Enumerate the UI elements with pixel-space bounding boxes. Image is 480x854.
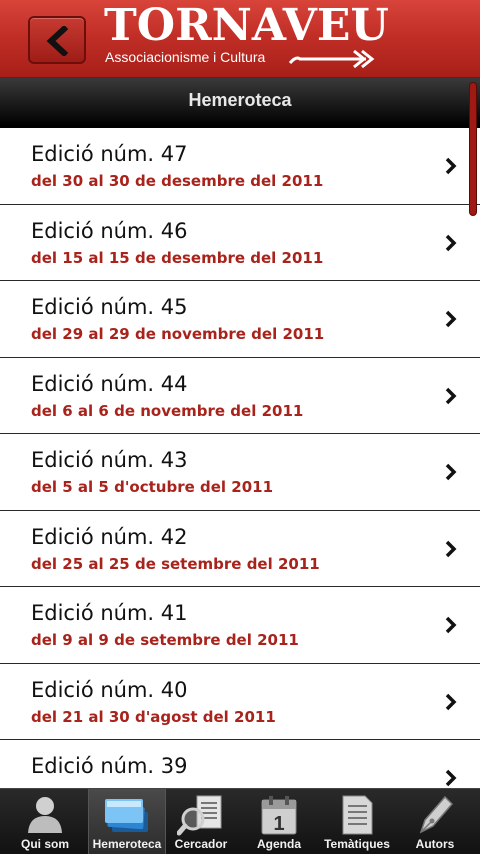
edition-title: Edició núm. 44	[31, 371, 188, 396]
tab-qui-som[interactable]: Qui som	[6, 789, 84, 854]
list-item-edition-42[interactable]: Edició núm. 42 del 25 al 25 de setembre …	[0, 510, 480, 587]
tab-label: Hemeroteca	[92, 837, 162, 851]
list-item-edition-45[interactable]: Edició núm. 45 del 29 al 29 de novembre …	[0, 281, 480, 358]
bottom-tab-bar: Qui som Hemeroteca Cercador 1 Agenda Tem…	[0, 788, 480, 854]
title-bar: Hemeroteca	[0, 78, 480, 128]
edition-dates: del 5 al 5 d'octubre del 2011	[31, 478, 274, 496]
app-header: TORNAVEU Associacionisme i Cultura	[0, 0, 480, 78]
tab-cercador[interactable]: Cercador	[162, 789, 240, 854]
edition-title: Edició núm. 46	[31, 218, 188, 243]
edition-dates: del 29 al 29 de novembre del 2011	[31, 325, 325, 343]
tab-autors[interactable]: Autors	[396, 789, 474, 854]
brand-logo: TORNAVEU Associacionisme i Cultura	[104, 2, 389, 74]
list-item-edition-39[interactable]: Edició núm. 39	[0, 740, 480, 788]
edition-dates: del 6 al 6 de novembre del 2011	[31, 401, 304, 420]
chevron-right-icon	[445, 234, 457, 251]
edition-dates: del 21 al 30 d'agost del 2011	[31, 707, 276, 726]
chevron-right-icon	[445, 157, 457, 175]
scrollbar[interactable]	[469, 82, 477, 216]
edition-dates: del 25 al 25 de setembre del 2011	[31, 554, 320, 573]
edition-title: Edició núm. 47	[31, 142, 188, 166]
tab-label: Agenda	[256, 837, 301, 851]
tab-agenda[interactable]: 1 Agenda	[240, 789, 318, 854]
edition-dates: del 30 al 30 de desembre del 2011	[31, 172, 324, 190]
document-icon	[342, 795, 373, 835]
list-item-edition-46[interactable]: Edició núm. 46 del 15 al 15 de desembre …	[0, 204, 480, 281]
list-item-edition-44[interactable]: Edició núm. 44 del 6 al 6 de novembre de…	[0, 357, 480, 434]
tab-hemeroteca[interactable]: Hemeroteca	[88, 789, 166, 854]
person-icon	[28, 797, 62, 833]
edition-title: Edició núm. 40	[31, 677, 188, 702]
chevron-right-icon	[445, 463, 457, 481]
search-document-icon	[177, 795, 222, 836]
edition-title: Edició núm. 42	[31, 524, 188, 549]
calendar-icon: 1	[261, 796, 297, 835]
edition-list[interactable]: Edició núm. 47 del 30 al 30 de desembre …	[0, 128, 480, 788]
tab-label: Autors	[415, 837, 455, 851]
chevron-right-icon	[445, 310, 457, 328]
arrow-logo-icon	[288, 49, 375, 69]
chevron-right-icon	[445, 616, 457, 634]
list-item-edition-43[interactable]: Edició núm. 43 del 5 al 5 d'octubre del …	[0, 434, 480, 511]
edition-title: Edició núm. 43	[31, 448, 188, 472]
back-arrow-icon	[46, 26, 69, 56]
tab-label: Qui som	[20, 837, 69, 851]
tab-label: Cercador	[174, 837, 228, 851]
edition-title: Edició núm. 39	[31, 754, 188, 778]
stack-icon	[105, 799, 148, 832]
svg-text:1: 1	[273, 813, 284, 835]
edition-title: Edició núm. 45	[31, 295, 188, 319]
pen-nib-icon	[419, 795, 454, 834]
brand-subtitle: Associacionisme i Cultura	[105, 49, 266, 65]
list-item-edition-41[interactable]: Edició núm. 41 del 9 al 9 de setembre de…	[0, 587, 480, 664]
edition-title: Edició núm. 41	[31, 601, 188, 625]
page-title: Hemeroteca	[188, 90, 292, 110]
tab-tematiques[interactable]: Temàtiques	[318, 789, 396, 854]
list-item-edition-40[interactable]: Edició núm. 40 del 21 al 30 d'agost del …	[0, 663, 480, 740]
edition-dates: del 9 al 9 de setembre del 2011	[31, 631, 299, 649]
list-item-edition-47[interactable]: Edició núm. 47 del 30 al 30 de desembre …	[0, 128, 480, 205]
chevron-right-icon	[445, 693, 457, 710]
brand-title: TORNAVEU	[104, 0, 389, 51]
chevron-right-icon	[445, 387, 457, 404]
edition-dates: del 15 al 15 de desembre del 2011	[31, 248, 324, 267]
chevron-right-icon	[445, 540, 457, 557]
tab-label: Temàtiques	[324, 837, 390, 851]
chevron-right-icon	[445, 769, 457, 787]
back-button[interactable]	[28, 16, 86, 64]
